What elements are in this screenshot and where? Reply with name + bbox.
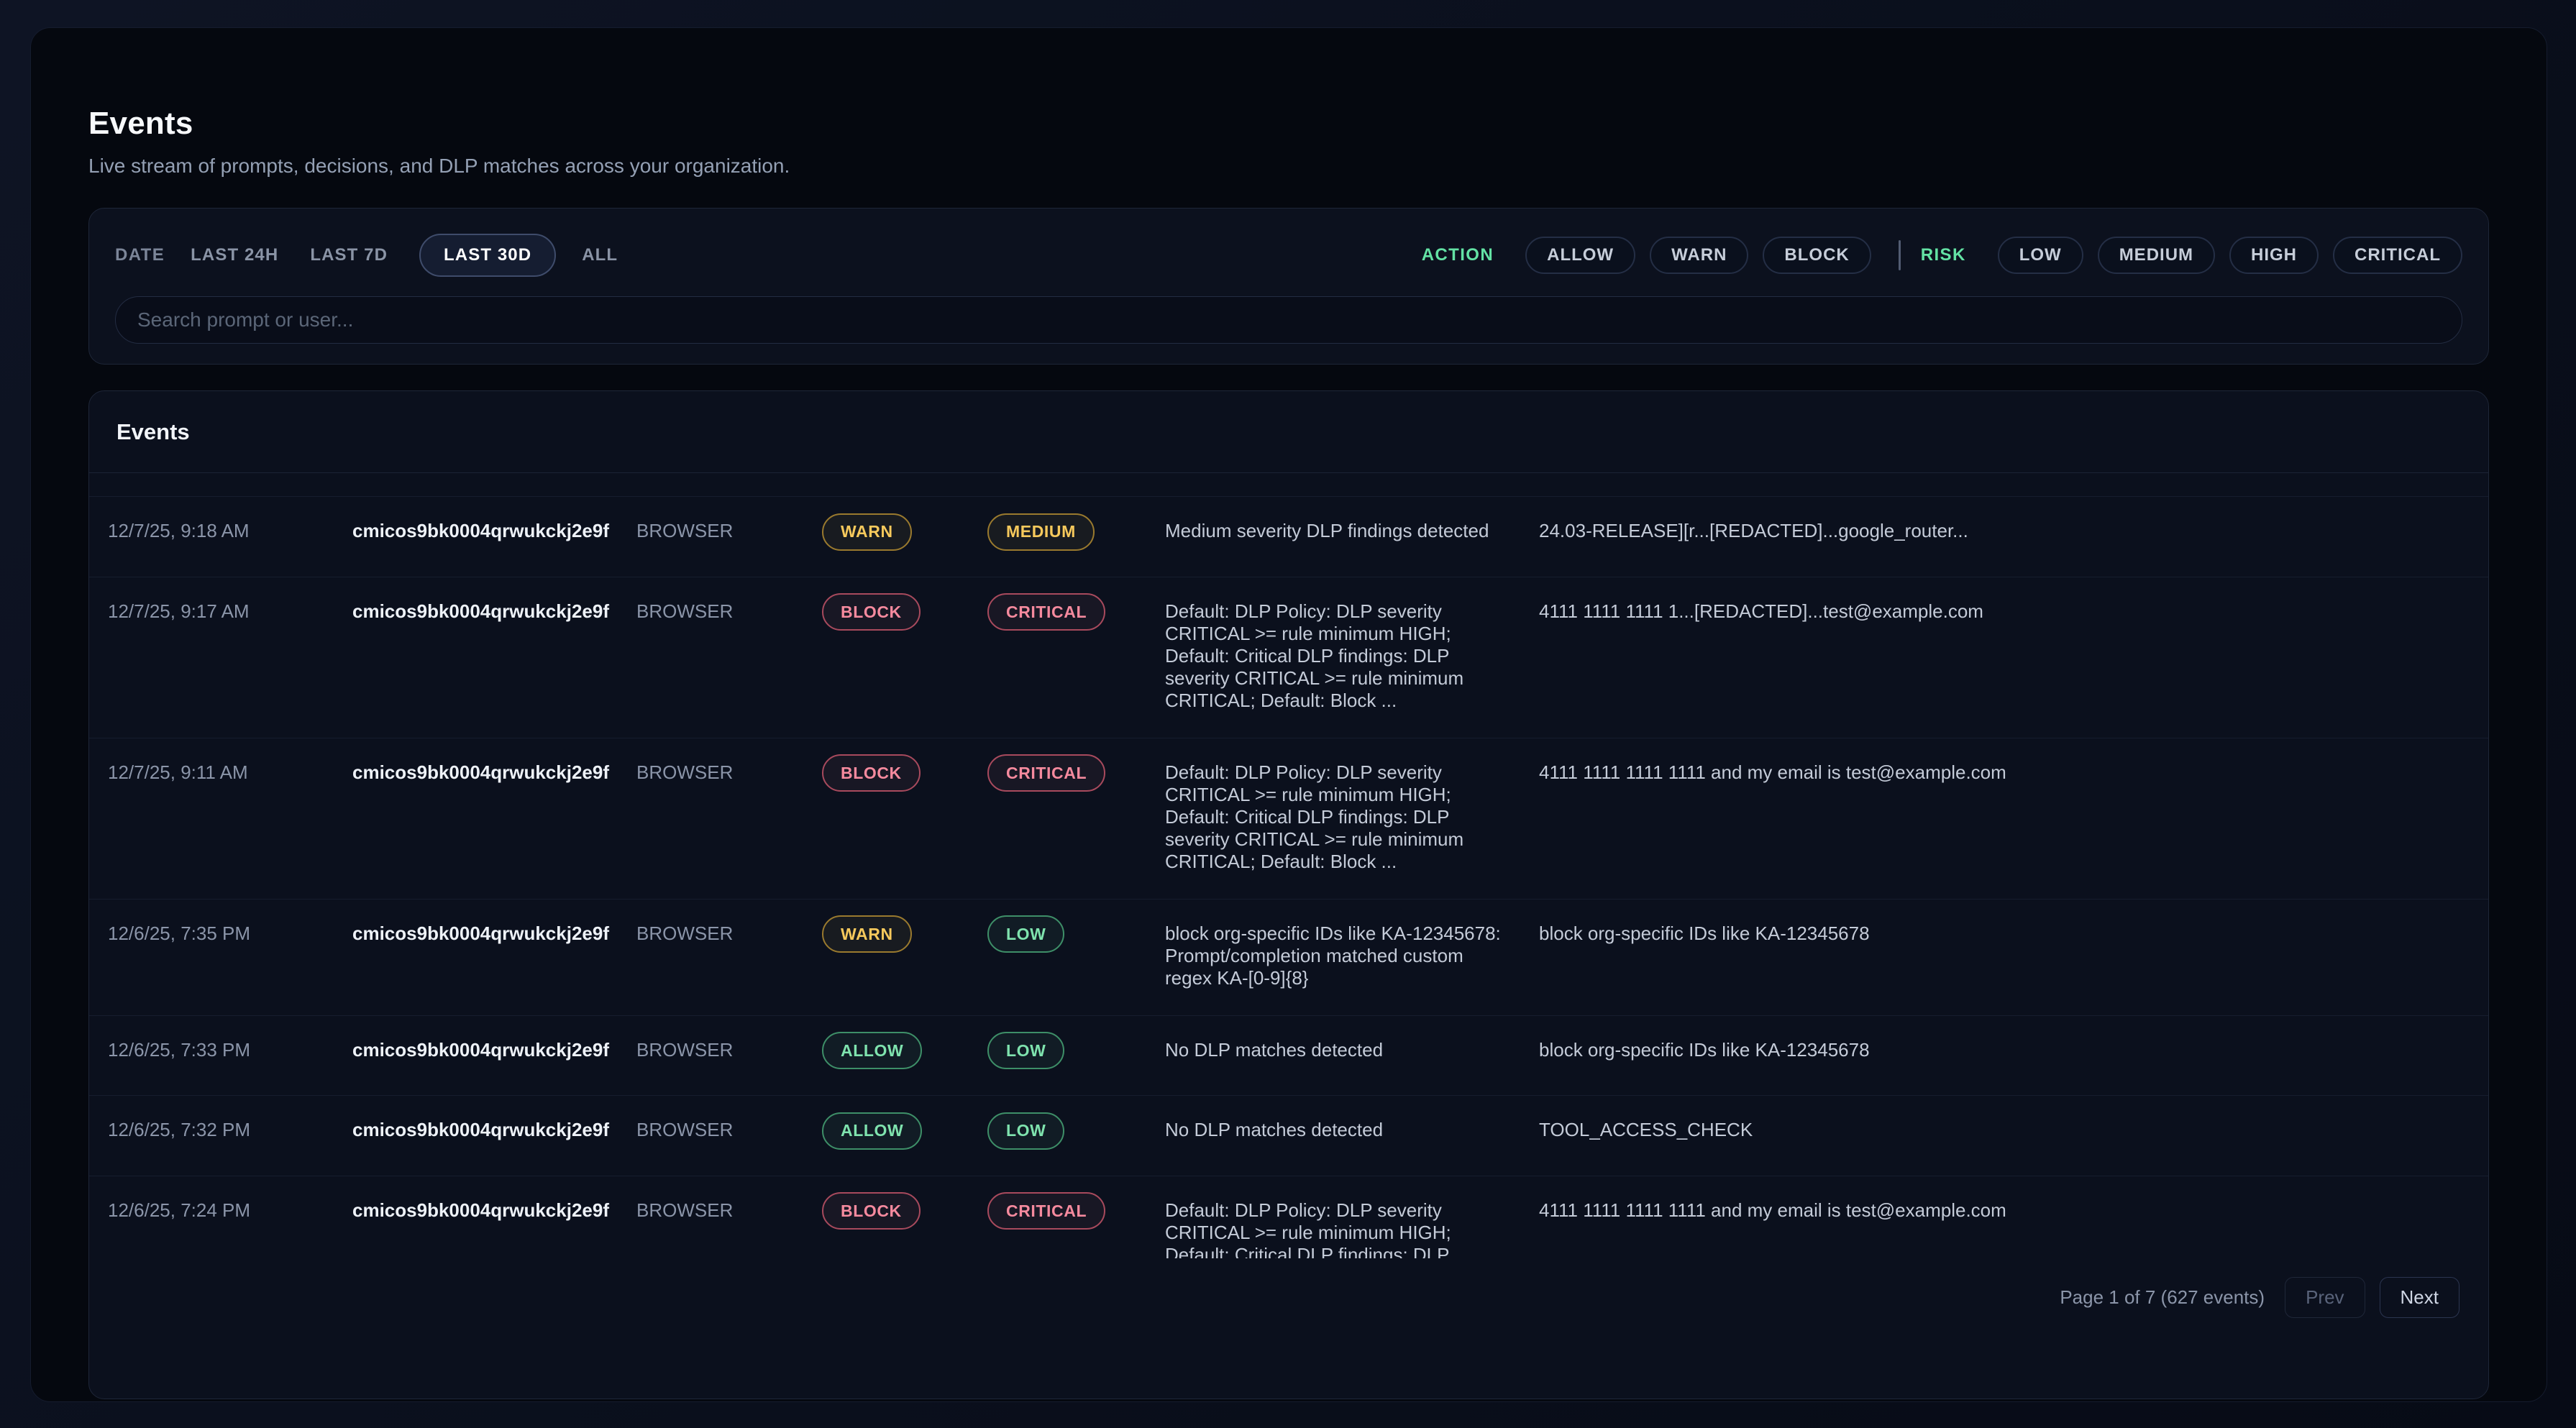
event-user-id: cmicos9bk0004qrwukckj2e9f bbox=[352, 1119, 636, 1141]
date-option-last-7d[interactable]: LAST 7D bbox=[310, 245, 388, 265]
action-badge: WARN bbox=[822, 915, 912, 953]
action-filter-label: ACTION bbox=[1422, 245, 1494, 265]
event-time: 12/6/25, 7:35 PM bbox=[108, 923, 352, 945]
event-time: 12/6/25, 7:24 PM bbox=[108, 1199, 352, 1222]
table-row-clipped bbox=[89, 473, 2488, 497]
event-user-id: cmicos9bk0004qrwukckj2e9f bbox=[352, 1039, 636, 1061]
page-title: Events bbox=[88, 106, 2489, 142]
risk-badge: CRITICAL bbox=[987, 1192, 1105, 1230]
event-channel: BROWSER bbox=[636, 1039, 822, 1061]
event-user-id: cmicos9bk0004qrwukckj2e9f bbox=[352, 520, 636, 542]
event-time: 12/6/25, 7:33 PM bbox=[108, 1039, 352, 1061]
events-table[interactable]: 12/7/25, 9:18 AM cmicos9bk0004qrwukckj2e… bbox=[89, 473, 2488, 1258]
event-channel: BROWSER bbox=[636, 761, 822, 784]
date-option-last-30d[interactable]: LAST 30D bbox=[419, 234, 556, 277]
filter-bar: DATE LAST 24H LAST 7D LAST 30D ALL ACTIO… bbox=[88, 208, 2489, 365]
table-row[interactable]: 12/6/25, 7:35 PM cmicos9bk0004qrwukckj2e… bbox=[89, 900, 2488, 1016]
action-filter-warn[interactable]: WARN bbox=[1650, 237, 1748, 274]
page-subtitle: Live stream of prompts, decisions, and D… bbox=[88, 155, 2489, 178]
risk-badge: CRITICAL bbox=[987, 593, 1105, 631]
event-prompt: block org-specific IDs like KA-12345678 bbox=[1539, 1039, 2488, 1061]
event-prompt: 24.03-RELEASE][r...[REDACTED]...google_r… bbox=[1539, 520, 2488, 542]
event-user-id: cmicos9bk0004qrwukckj2e9f bbox=[352, 1199, 636, 1222]
action-badge: BLOCK bbox=[822, 754, 921, 792]
risk-filter-low[interactable]: LOW bbox=[1998, 237, 2083, 274]
risk-filter-medium[interactable]: MEDIUM bbox=[2098, 237, 2215, 274]
events-card: Events 12/7/25, 9:18 AM cmicos9bk0004qrw… bbox=[88, 390, 2489, 1399]
event-reason: Default: DLP Policy: DLP severity CRITIC… bbox=[1165, 761, 1502, 873]
action-badge: BLOCK bbox=[822, 593, 921, 631]
event-prompt: block org-specific IDs like KA-12345678 bbox=[1539, 923, 2488, 945]
event-channel: BROWSER bbox=[636, 1119, 822, 1141]
table-row[interactable]: 12/6/25, 7:24 PM cmicos9bk0004qrwukckj2e… bbox=[89, 1176, 2488, 1259]
event-channel: BROWSER bbox=[636, 600, 822, 623]
risk-filter-high[interactable]: HIGH bbox=[2229, 237, 2319, 274]
event-channel: BROWSER bbox=[636, 1199, 822, 1222]
risk-filter-label: RISK bbox=[1921, 245, 1966, 265]
risk-badge: LOW bbox=[987, 1032, 1064, 1069]
event-reason: Default: DLP Policy: DLP severity CRITIC… bbox=[1165, 600, 1502, 712]
event-reason: No DLP matches detected bbox=[1165, 1119, 1502, 1141]
event-channel: BROWSER bbox=[636, 520, 822, 542]
date-filter-label: DATE bbox=[115, 245, 165, 265]
main-panel: Events Live stream of prompts, decisions… bbox=[30, 27, 2547, 1402]
risk-badge: MEDIUM bbox=[987, 513, 1095, 551]
event-reason: Medium severity DLP findings detected bbox=[1165, 520, 1502, 542]
table-row[interactable]: 12/7/25, 9:17 AM cmicos9bk0004qrwukckj2e… bbox=[89, 577, 2488, 738]
action-badge: ALLOW bbox=[822, 1032, 922, 1069]
event-reason: block org-specific IDs like KA-12345678:… bbox=[1165, 923, 1502, 989]
prev-page-button[interactable]: Prev bbox=[2285, 1277, 2365, 1318]
date-option-all[interactable]: ALL bbox=[582, 245, 618, 265]
risk-badge: LOW bbox=[987, 1112, 1064, 1150]
event-user-id: cmicos9bk0004qrwukckj2e9f bbox=[352, 761, 636, 784]
event-time: 12/6/25, 7:32 PM bbox=[108, 1119, 352, 1141]
filter-divider bbox=[1899, 240, 1901, 270]
event-reason: No DLP matches detected bbox=[1165, 1039, 1502, 1061]
date-option-last-24h[interactable]: LAST 24H bbox=[191, 245, 278, 265]
action-filter-allow[interactable]: ALLOW bbox=[1525, 237, 1635, 274]
event-user-id: cmicos9bk0004qrwukckj2e9f bbox=[352, 923, 636, 945]
date-filter-group: DATE LAST 24H LAST 7D LAST 30D ALL bbox=[115, 234, 649, 277]
event-prompt: 4111 1111 1111 1111 and my email is test… bbox=[1539, 761, 2488, 784]
risk-badge: LOW bbox=[987, 915, 1064, 953]
event-time: 12/7/25, 9:11 AM bbox=[108, 761, 352, 784]
table-row[interactable]: 12/7/25, 9:18 AM cmicos9bk0004qrwukckj2e… bbox=[89, 497, 2488, 577]
search-input[interactable] bbox=[115, 296, 2462, 344]
risk-filter-critical[interactable]: CRITICAL bbox=[2333, 237, 2462, 274]
next-page-button[interactable]: Next bbox=[2380, 1277, 2459, 1318]
event-time: 12/7/25, 9:18 AM bbox=[108, 520, 352, 542]
table-row[interactable]: 12/6/25, 7:33 PM cmicos9bk0004qrwukckj2e… bbox=[89, 1016, 2488, 1097]
event-prompt: 4111 1111 1111 1111 and my email is test… bbox=[1539, 1199, 2488, 1222]
pagination-summary: Page 1 of 7 (627 events) bbox=[2060, 1286, 2265, 1309]
events-card-header: Events bbox=[89, 391, 2488, 473]
event-user-id: cmicos9bk0004qrwukckj2e9f bbox=[352, 600, 636, 623]
event-prompt: 4111 1111 1111 1...[REDACTED]...test@exa… bbox=[1539, 600, 2488, 623]
pagination-bar: Page 1 of 7 (627 events) Prev Next bbox=[89, 1258, 2488, 1318]
action-filter-block[interactable]: BLOCK bbox=[1763, 237, 1871, 274]
event-reason: Default: DLP Policy: DLP severity CRITIC… bbox=[1165, 1199, 1502, 1259]
table-row[interactable]: 12/7/25, 9:11 AM cmicos9bk0004qrwukckj2e… bbox=[89, 738, 2488, 900]
event-prompt: TOOL_ACCESS_CHECK bbox=[1539, 1119, 2488, 1141]
action-badge: BLOCK bbox=[822, 1192, 921, 1230]
event-time: 12/7/25, 9:17 AM bbox=[108, 600, 352, 623]
event-channel: BROWSER bbox=[636, 923, 822, 945]
table-row[interactable]: 12/6/25, 7:32 PM cmicos9bk0004qrwukckj2e… bbox=[89, 1096, 2488, 1176]
events-card-title: Events bbox=[117, 419, 190, 445]
action-risk-filter-group: ACTION ALLOW WARN BLOCK RISK LOW MEDIUM … bbox=[1422, 237, 2462, 274]
action-badge: ALLOW bbox=[822, 1112, 922, 1150]
page-background: Events Live stream of prompts, decisions… bbox=[0, 0, 2576, 1428]
action-badge: WARN bbox=[822, 513, 912, 551]
risk-badge: CRITICAL bbox=[987, 754, 1105, 792]
